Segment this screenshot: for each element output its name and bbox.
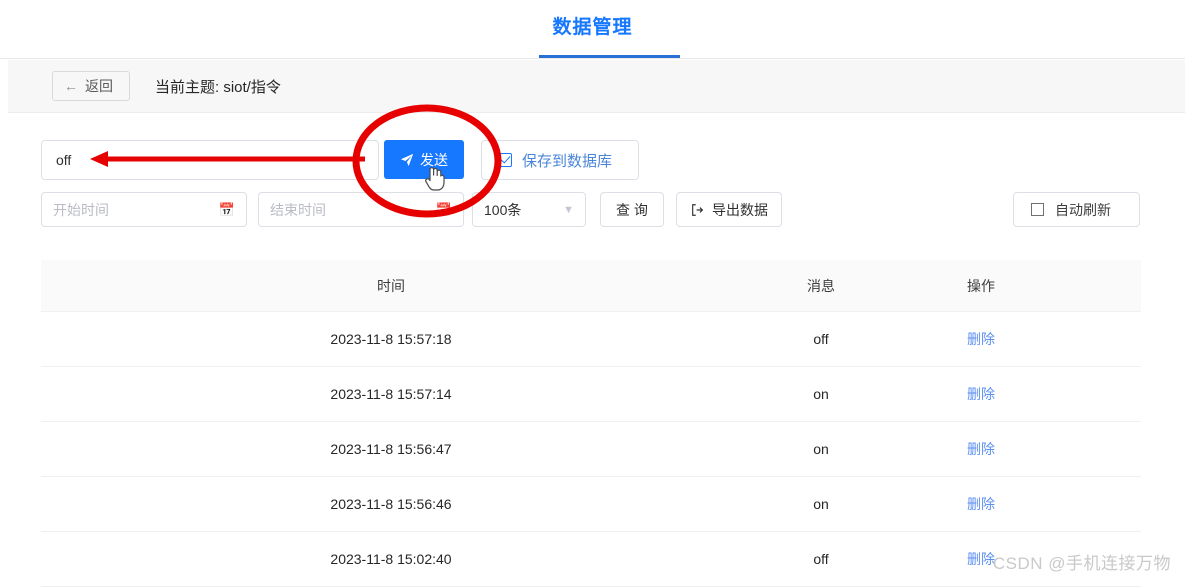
column-header-time: 时间 bbox=[377, 277, 405, 294]
export-data-button-label: 导出数据 bbox=[712, 201, 768, 218]
arrow-left-icon: ← bbox=[64, 78, 78, 94]
message-input[interactable] bbox=[41, 140, 379, 180]
row-limit-value: 100条 bbox=[484, 201, 522, 218]
delete-row-link[interactable]: 删除 bbox=[967, 441, 995, 457]
table-row: 2023-11-8 15:57:18 off 删除 bbox=[41, 312, 1141, 367]
auto-refresh-checkbox[interactable]: 自动刷新 bbox=[1013, 192, 1140, 227]
cell-time: 2023-11-8 15:56:46 bbox=[330, 496, 452, 512]
auto-refresh-label: 自动刷新 bbox=[1055, 201, 1111, 218]
checkbox-unchecked-icon bbox=[1031, 203, 1044, 216]
query-button[interactable]: 查 询 bbox=[600, 192, 664, 227]
tab-data-management[interactable]: 数据管理 bbox=[534, 0, 650, 42]
cell-message: on bbox=[813, 441, 829, 457]
send-message-row: 发送 保存到数据库 bbox=[0, 140, 1185, 180]
table-body: 2023-11-8 15:57:18 off 删除 2023-11-8 15:57:1… bbox=[41, 312, 1141, 587]
save-to-database-checkbox[interactable]: 保存到数据库 bbox=[481, 140, 639, 180]
filter-row: 开始时间 📅 结束时间 📅 100条 ▼ 查 询 导出数据 自动刷新 bbox=[0, 192, 1185, 228]
cell-message: on bbox=[813, 496, 829, 512]
export-icon bbox=[692, 203, 704, 216]
paper-plane-icon bbox=[400, 153, 414, 166]
top-header-bar: 数据管理 bbox=[0, 0, 1185, 59]
end-time-placeholder: 结束时间 bbox=[270, 201, 326, 218]
end-time-input[interactable]: 结束时间 📅 bbox=[258, 192, 464, 227]
cell-message: off bbox=[813, 551, 829, 567]
delete-row-link[interactable]: 删除 bbox=[967, 551, 995, 567]
send-button-label: 发送 bbox=[420, 151, 448, 168]
column-header-message: 消息 bbox=[807, 277, 835, 294]
tab-data-management-label: 数据管理 bbox=[552, 17, 633, 38]
table-row: 2023-11-8 15:57:14 on 删除 bbox=[41, 367, 1141, 422]
delete-row-link[interactable]: 删除 bbox=[967, 386, 995, 402]
cell-action: 删除 bbox=[901, 384, 1061, 404]
start-time-placeholder: 开始时间 bbox=[53, 201, 109, 218]
cell-action: 删除 bbox=[901, 494, 1061, 514]
chevron-down-icon: ▼ bbox=[563, 203, 574, 216]
table-header-row: 时间 消息 操作 bbox=[41, 260, 1141, 312]
query-button-label: 查 询 bbox=[616, 201, 648, 218]
calendar-icon: 📅 bbox=[435, 201, 452, 217]
cell-time: 2023-11-8 15:02:40 bbox=[330, 551, 452, 567]
start-time-input[interactable]: 开始时间 📅 bbox=[41, 192, 247, 227]
data-table: 时间 消息 操作 2023-11-8 15:57:18 off 删除 2023-11-… bbox=[41, 260, 1141, 587]
export-data-button[interactable]: 导出数据 bbox=[676, 192, 782, 227]
table-row: 2023-11-8 15:02:40 off 删除 bbox=[41, 532, 1141, 587]
cell-action: 删除 bbox=[901, 329, 1061, 349]
column-header-action: 操作 bbox=[967, 277, 995, 294]
current-topic-text: 当前主题: siot/指令 bbox=[155, 78, 281, 96]
send-button[interactable]: 发送 bbox=[384, 140, 464, 179]
cell-time: 2023-11-8 15:57:14 bbox=[330, 386, 452, 402]
back-button[interactable]: ← 返回 bbox=[52, 71, 130, 101]
checkbox-checked-icon bbox=[498, 153, 512, 167]
delete-row-link[interactable]: 删除 bbox=[967, 331, 995, 347]
tab-strip: 数据管理 bbox=[0, 0, 1185, 58]
cell-message: off bbox=[813, 331, 829, 347]
sub-header-bar: ← 返回 当前主题: siot/指令 bbox=[8, 60, 1185, 113]
table-row: 2023-11-8 15:56:47 on 删除 bbox=[41, 422, 1141, 477]
calendar-icon: 📅 bbox=[218, 201, 235, 217]
row-limit-select[interactable]: 100条 ▼ bbox=[472, 192, 586, 227]
save-to-database-label: 保存到数据库 bbox=[522, 152, 613, 170]
delete-row-link[interactable]: 删除 bbox=[967, 496, 995, 512]
tab-active-underline bbox=[539, 55, 680, 58]
back-button-label: 返回 bbox=[85, 78, 113, 94]
csdn-watermark: CSDN @手机连接万物 bbox=[992, 554, 1171, 573]
cell-action: 删除 bbox=[901, 439, 1061, 459]
cell-time: 2023-11-8 15:57:18 bbox=[330, 331, 452, 347]
cell-message: on bbox=[813, 386, 829, 402]
cell-time: 2023-11-8 15:56:47 bbox=[330, 441, 452, 457]
table-row: 2023-11-8 15:56:46 on 删除 bbox=[41, 477, 1141, 532]
